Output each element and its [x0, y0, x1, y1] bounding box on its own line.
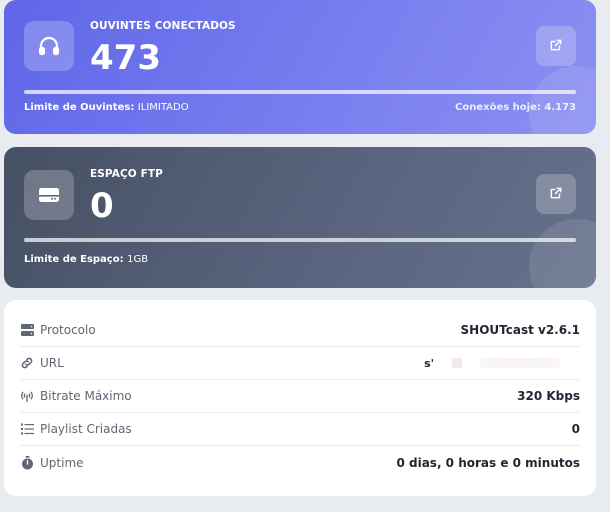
url-text: s' — [424, 356, 434, 370]
stopwatch-icon — [20, 455, 34, 470]
listeners-external-link-button[interactable] — [536, 26, 576, 66]
listeners-limit: Limite de Ouvintes: ILIMITADO — [24, 102, 189, 113]
info-value-uptime: 0 dias, 0 horas e 0 minutos — [396, 455, 580, 470]
listeners-label: OUVINTES CONECTADOS — [90, 20, 236, 32]
info-row-bitrate: Bitrate Máximo 320 Kbps — [20, 380, 580, 413]
info-value-protocol: SHOUTcast v2.6.1 — [460, 323, 580, 337]
link-icon — [20, 356, 34, 370]
ftp-progress-fill — [24, 238, 576, 242]
ftp-limit-label: Limite de Espaço: — [24, 254, 124, 265]
broadcast-icon — [20, 389, 34, 403]
ftp-external-link-button[interactable] — [536, 174, 576, 214]
info-label-playlists: Playlist Criadas — [40, 422, 132, 436]
info-label-uptime: Uptime — [40, 455, 84, 470]
info-value-bitrate: 320 Kbps — [517, 389, 580, 403]
ftp-limit-value: 1GB — [127, 254, 149, 265]
stream-info-card: Protocolo SHOUTcast v2.6.1 URL s' Bitrat… — [4, 300, 596, 496]
listeners-card: OUVINTES CONECTADOS 473 Limite de Ouvint… — [4, 0, 596, 134]
redacted-block — [480, 358, 560, 368]
decorative-circle — [529, 219, 596, 288]
info-label-url: URL — [40, 356, 64, 370]
info-row-protocol: Protocolo SHOUTcast v2.6.1 — [20, 314, 580, 347]
decorative-circle — [529, 66, 596, 134]
server-icon — [20, 323, 34, 337]
info-row-uptime: Uptime 0 dias, 0 horas e 0 minutos — [20, 446, 580, 479]
hard-drive-icon — [24, 170, 74, 220]
ftp-space-card: ESPAÇO FTP 0 Limite de Espaço: 1GB — [4, 147, 596, 288]
listeners-progress-bar — [24, 90, 576, 94]
redacted-block — [452, 358, 462, 368]
ftp-progress-bar — [24, 238, 576, 242]
ftp-value: 0 — [90, 186, 114, 226]
info-row-playlists: Playlist Criadas 0 — [20, 413, 580, 446]
listeners-count: 473 — [90, 38, 161, 78]
info-label-protocol: Protocolo — [40, 323, 96, 337]
list-icon — [20, 422, 34, 436]
external-link-icon — [549, 185, 563, 204]
listeners-limit-value: ILIMITADO — [137, 102, 189, 113]
info-value-url[interactable]: s' — [424, 357, 560, 370]
external-link-icon — [549, 37, 563, 56]
info-value-playlists: 0 — [571, 422, 580, 436]
info-label-bitrate: Bitrate Máximo — [40, 389, 132, 403]
headphones-icon — [24, 21, 74, 71]
info-row-url: URL s' — [20, 347, 580, 380]
ftp-label: ESPAÇO FTP — [90, 168, 163, 180]
connections-today: Conexões hoje: 4.173 — [455, 102, 576, 113]
ftp-limit: Limite de Espaço: 1GB — [24, 254, 148, 265]
listeners-progress-fill — [24, 90, 576, 94]
listeners-limit-label: Limite de Ouvintes: — [24, 102, 135, 113]
